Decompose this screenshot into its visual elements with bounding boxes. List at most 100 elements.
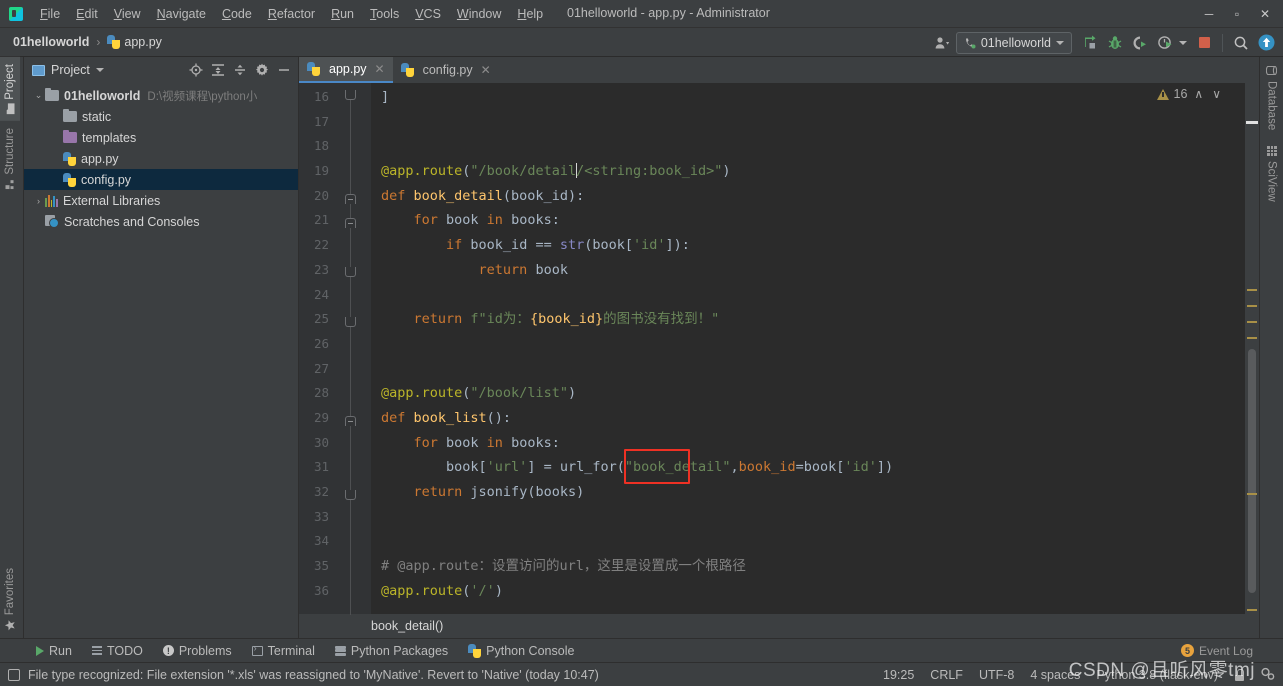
code-line[interactable]: def book_list(): [371,406,1245,431]
code-line[interactable]: return book [371,258,1245,283]
python-interpreter[interactable]: Python 3.8 (flask-env) [1096,668,1218,682]
menu-item-file[interactable]: File [32,2,68,26]
line-separator[interactable]: CRLF [930,668,963,682]
menu-item-run[interactable]: Run [323,2,362,26]
code-line[interactable] [371,529,1245,554]
chevron-icon[interactable]: ⌄ [32,90,45,101]
tool-window-todo[interactable]: TODO [82,642,153,660]
menu-item-refactor[interactable]: Refactor [260,2,323,26]
maximize-button[interactable]: ▫ [1223,3,1251,25]
sidebar-item-project[interactable]: Project [0,57,20,121]
sidebar-item-database[interactable]: Database [1262,57,1282,138]
tool-window-terminal[interactable]: Terminal [242,642,325,660]
code-line[interactable]: if book_id == str(book['id']): [371,233,1245,258]
code-line[interactable]: book['url'] = url_for("book_detail",book… [371,455,1245,480]
sidebar-item-favorites[interactable]: Favorites [0,561,20,638]
hide-panel-icon[interactable] [274,60,294,80]
breadcrumb-file[interactable]: app.py [104,33,165,51]
tool-window-run[interactable]: Run [26,642,82,660]
editor-tab-app-py[interactable]: app.py ✕ [299,57,393,83]
code-line[interactable]: for book in books: [371,208,1245,233]
code-line[interactable]: return jsonify(books) [371,480,1245,505]
code-line[interactable] [371,332,1245,357]
run-icon[interactable] [1079,32,1101,54]
project-icon [32,64,45,76]
profile-icon[interactable] [1154,32,1176,54]
tree-node-static[interactable]: static [24,106,298,127]
code-line[interactable] [371,110,1245,135]
code-line[interactable]: @app.route("/book/list") [371,381,1245,406]
close-tab-icon[interactable]: ✕ [375,62,385,76]
tree-node-templates[interactable]: templates [24,127,298,148]
chevron-icon[interactable]: › [32,196,45,206]
run-configuration-selector[interactable]: 01helloworld [955,31,1072,54]
chevron-down-icon[interactable] [95,68,104,72]
collapse-all-icon[interactable] [230,60,250,80]
code-line[interactable]: @app.route('/') [371,579,1245,604]
tree-node-01helloworld[interactable]: ⌄ 01helloworld D:\视频课程\python小 [24,85,298,106]
search-everywhere-icon[interactable] [1230,32,1252,54]
menu-item-tools[interactable]: Tools [362,2,407,26]
event-log-button[interactable]: 5 Event Log [1180,644,1253,658]
file-encoding[interactable]: UTF-8 [979,668,1014,682]
code-line[interactable]: ] [371,85,1245,110]
code-line[interactable]: # @app.route：设置访问的url，这里是设置成一个根路径 [371,554,1245,579]
code-line[interactable]: def book_detail(book_id): [371,184,1245,209]
code-line[interactable] [371,134,1245,159]
previous-highlight-icon[interactable]: ∧ [1192,87,1205,101]
code-content[interactable]: ] @app.route("/book/detail/<string:book_i… [371,83,1245,614]
menu-item-navigate[interactable]: Navigate [149,2,214,26]
tree-node-app-py[interactable]: app.py [24,148,298,169]
sidebar-item-sciview[interactable]: SciView [1262,138,1282,210]
project-panel-title[interactable]: Project [32,63,104,77]
stop-icon[interactable] [1193,32,1215,54]
background-tasks-icon[interactable] [1261,667,1275,683]
code-line[interactable] [371,505,1245,530]
tree-node-scratches-and-consoles[interactable]: Scratches and Consoles [24,211,298,232]
settings-gear-icon[interactable] [252,60,272,80]
indent-setting[interactable]: 4 spaces [1030,668,1080,682]
update-project-icon[interactable] [1255,32,1277,54]
user-settings-icon[interactable] [931,32,953,54]
code-line[interactable]: @app.route("/book/detail/<string:book_id… [371,159,1245,184]
code-token: books: [511,434,560,451]
code-line[interactable] [371,357,1245,382]
tool-window-python-packages[interactable]: Python Packages [325,642,458,660]
status-message[interactable]: File type recognized: File extension '*.… [8,668,599,682]
menu-item-window[interactable]: Window [449,2,509,26]
code-token: ] = url_for( [527,459,625,476]
expand-all-icon[interactable] [208,60,228,80]
inspection-widget[interactable]: 16 ∧ ∨ [1156,87,1224,101]
run-with-coverage-icon[interactable] [1129,32,1151,54]
menu-item-help[interactable]: Help [509,2,551,26]
menu-item-code[interactable]: Code [214,2,260,26]
tree-node-external-libraries[interactable]: › External Libraries [24,190,298,211]
status-bar-right: 19:25 CRLF UTF-8 4 spaces Python 3.8 (flask-… [883,667,1275,683]
editor-tab-config-py[interactable]: config.py ✕ [393,57,499,83]
tool-window-python-console[interactable]: Python Console [458,642,584,660]
tree-node-config-py[interactable]: config.py [24,169,298,190]
minimize-button[interactable]: ─ [1195,3,1223,25]
sidebar-item-structure[interactable]: Structure [0,121,20,196]
breadcrumb-project[interactable]: 01helloworld [10,33,92,51]
editor-scrollbar[interactable] [1245,83,1259,614]
locate-icon[interactable] [186,60,206,80]
code-line[interactable] [371,283,1245,308]
code-line[interactable]: for book in books: [371,431,1245,456]
next-highlight-icon[interactable]: ∨ [1210,87,1223,101]
caret-position[interactable]: 19:25 [883,668,914,682]
menu-item-edit[interactable]: Edit [68,2,106,26]
menu-item-vcs[interactable]: VCS [407,2,449,26]
editor-breadcrumb-item[interactable]: book_detail() [371,619,443,633]
close-button[interactable]: ✕ [1251,3,1279,25]
close-tab-icon[interactable]: ✕ [481,63,491,77]
code-token: 'url' [486,459,528,476]
menu-item-view[interactable]: View [106,2,149,26]
tool-window-problems[interactable]: ! Problems [153,642,242,660]
lock-icon[interactable] [1234,668,1245,681]
debug-icon[interactable] [1104,32,1126,54]
editor-gutter[interactable]: 16 17 18 19 20 21 22 23 24 25 26 27 28 29 30 31 32 33 34 35… [299,83,371,615]
profile-chevron-down-icon[interactable] [1179,40,1187,45]
code-token: {book_id} [529,311,604,328]
code-line[interactable]: return f"id为：{book_id}的图书没有找到！" [371,307,1245,332]
